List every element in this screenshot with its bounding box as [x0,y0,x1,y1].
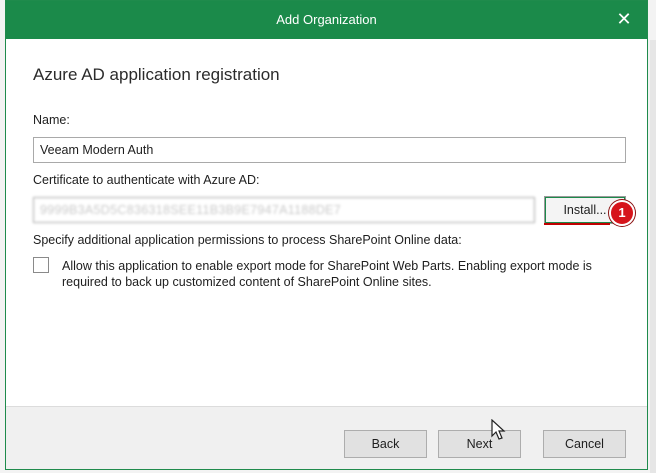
certificate-input[interactable]: 9999B3A5D5C836318SEE11B3B9E7947A1188DE7 [33,197,535,223]
certificate-label: Certificate to authenticate with Azure A… [33,173,260,187]
dialog-footer: Back Next Cancel [6,406,647,469]
mouse-cursor-icon [491,419,506,440]
add-organization-dialog: Add Organization ✕ Azure AD application … [5,0,648,470]
page-heading: Azure AD application registration [33,65,280,84]
cancel-button[interactable]: Cancel [543,430,626,458]
export-mode-checkbox[interactable] [33,257,49,273]
dialog-titlebar: Add Organization ✕ [6,1,647,39]
close-icon[interactable]: ✕ [615,9,633,29]
back-button[interactable]: Back [344,430,427,458]
next-button[interactable]: Next [438,430,521,458]
name-label: Name: [33,113,70,127]
dialog-title: Add Organization [276,12,377,27]
step-badge: 1 [609,200,635,226]
background-window-edge [650,40,656,473]
export-mode-checkbox-label[interactable]: Allow this application to enable export … [62,258,632,290]
annotation-underline [544,223,610,225]
name-input[interactable]: Veeam Modern Auth [33,137,626,163]
permissions-label: Specify additional application permissio… [33,233,462,247]
